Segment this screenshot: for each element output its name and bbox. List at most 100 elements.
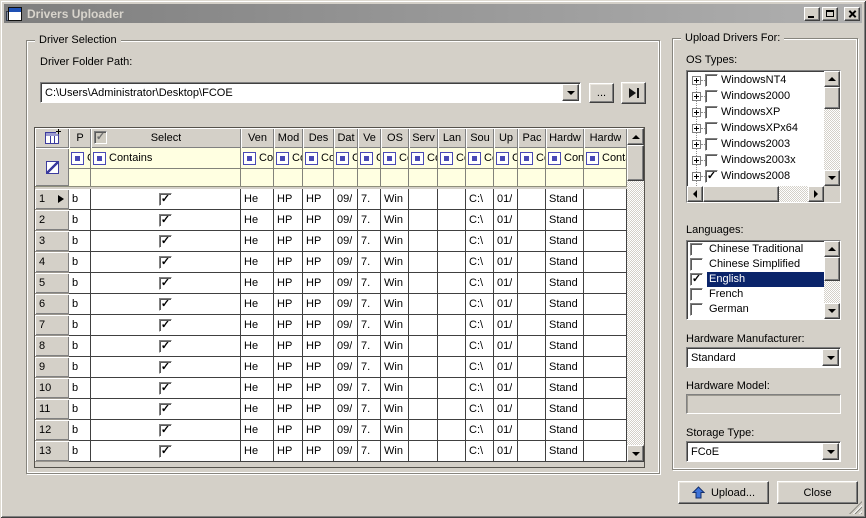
filter-value-cell[interactable] (69, 169, 91, 186)
filter-operator-cell[interactable]: Contains (274, 148, 303, 169)
grid-cell[interactable] (518, 336, 546, 357)
grid-cell[interactable] (584, 231, 627, 252)
grid-cell[interactable]: HP (274, 231, 303, 252)
grid-row[interactable]: 4bHeHPHP09/7.WinC:\01/Stand (35, 252, 627, 273)
filter-operator-cell[interactable]: Contains (381, 148, 409, 169)
grid-cell[interactable] (518, 189, 546, 210)
grid-cell[interactable]: HP (303, 273, 334, 294)
grid-cell-p[interactable]: b (69, 210, 91, 231)
filter-operator-cell[interactable]: Contains (584, 148, 627, 169)
filter-condition-icon[interactable] (496, 152, 509, 165)
grid-cell[interactable] (438, 189, 466, 210)
grid-cell[interactable]: 09/ (334, 231, 358, 252)
column-header-serv-8[interactable]: Serv (409, 128, 438, 148)
filter-value-cell[interactable] (91, 169, 241, 186)
grid-cell[interactable]: 7. (358, 399, 381, 420)
grid-cell[interactable]: Stand (546, 336, 584, 357)
grid-cell[interactable] (518, 357, 546, 378)
os-types-horizontal-scrollbar[interactable] (687, 186, 824, 202)
grid-cell[interactable] (438, 294, 466, 315)
grid-row[interactable]: 1bHeHPHP09/7.WinC:\01/Stand (35, 189, 627, 210)
grid-cell[interactable]: 7. (358, 336, 381, 357)
grid-cell[interactable] (409, 231, 438, 252)
grid-cell[interactable]: 09/ (334, 357, 358, 378)
grid-cell[interactable] (438, 399, 466, 420)
grid-cell[interactable] (409, 399, 438, 420)
row-header[interactable]: 12 (35, 420, 69, 441)
grid-cell[interactable] (518, 273, 546, 294)
grid-cell[interactable]: C:\ (466, 273, 494, 294)
grid-cell[interactable]: Stand (546, 378, 584, 399)
upload-button[interactable]: Upload... (678, 481, 769, 504)
grid-cell-select[interactable] (91, 441, 241, 462)
row-select-checkbox[interactable] (159, 193, 172, 206)
grid-cell[interactable] (584, 210, 627, 231)
os-type-item[interactable]: Windows2003 (687, 136, 824, 152)
grid-cell[interactable]: HP (303, 189, 334, 210)
grid-cell[interactable]: He (241, 378, 274, 399)
grid-cell[interactable] (438, 273, 466, 294)
grid-cell[interactable]: 7. (358, 189, 381, 210)
os-type-item[interactable]: WindowsNT4 (687, 72, 824, 88)
grid-cell[interactable]: 01/ (494, 231, 518, 252)
grid-cell[interactable]: C:\ (466, 441, 494, 462)
grid-cell[interactable]: Win (381, 399, 409, 420)
languages-vertical-scrollbar[interactable] (824, 241, 840, 319)
os-type-checkbox[interactable] (705, 154, 718, 167)
language-item[interactable]: Chinese Simplified (687, 257, 824, 272)
filter-condition-icon[interactable] (93, 152, 106, 165)
grid-cell[interactable] (409, 252, 438, 273)
grid-cell[interactable] (518, 378, 546, 399)
grid-cell[interactable] (584, 315, 627, 336)
filter-row-header[interactable] (35, 148, 69, 186)
grid-cell-p[interactable]: b (69, 357, 91, 378)
os-type-item[interactable]: Windows2000 (687, 88, 824, 104)
grid-cell[interactable]: Win (381, 336, 409, 357)
grid-cell-select[interactable] (91, 273, 241, 294)
column-header-up-11[interactable]: Up (494, 128, 518, 148)
grid-cell[interactable]: 01/ (494, 399, 518, 420)
grid-cell[interactable]: Stand (546, 420, 584, 441)
row-header[interactable]: 7 (35, 315, 69, 336)
filter-condition-icon[interactable] (411, 152, 424, 165)
grid-cell[interactable]: He (241, 273, 274, 294)
grid-cell[interactable]: Stand (546, 294, 584, 315)
dropdown-button[interactable] (822, 349, 839, 366)
close-button[interactable]: Close (777, 481, 858, 504)
grid-cell[interactable] (584, 273, 627, 294)
grid-cell[interactable]: He (241, 189, 274, 210)
grid-cell[interactable]: 01/ (494, 210, 518, 231)
column-header-sou-10[interactable]: Sou (466, 128, 494, 148)
grid-cell[interactable]: Stand (546, 252, 584, 273)
grid-cell-p[interactable]: b (69, 189, 91, 210)
grid-cell[interactable]: 09/ (334, 420, 358, 441)
filter-operator-cell[interactable]: Contains (546, 148, 584, 169)
column-header-des-4[interactable]: Des (303, 128, 334, 148)
scroll-down-button[interactable] (824, 170, 840, 186)
grid-cell[interactable]: Win (381, 231, 409, 252)
grid-row[interactable]: 6bHeHPHP09/7.WinC:\01/Stand (35, 294, 627, 315)
row-select-checkbox[interactable] (159, 235, 172, 248)
grid-cell[interactable]: HP (274, 336, 303, 357)
filter-value-cell[interactable] (546, 169, 584, 186)
grid-row[interactable]: 2bHeHPHP09/7.WinC:\01/Stand (35, 210, 627, 231)
row-header[interactable]: 5 (35, 273, 69, 294)
grid-vertical-scrollbar[interactable] (627, 128, 644, 462)
grid-cell[interactable]: Stand (546, 210, 584, 231)
grid-cell[interactable]: He (241, 231, 274, 252)
expand-icon[interactable] (692, 92, 701, 101)
os-type-checkbox[interactable] (705, 122, 718, 135)
grid-cell[interactable]: He (241, 420, 274, 441)
grid-cell-select[interactable] (91, 315, 241, 336)
filter-condition-icon[interactable] (440, 152, 453, 165)
column-header-mod-3[interactable]: Mod (274, 128, 303, 148)
grid-cell-p[interactable]: b (69, 315, 91, 336)
grid-cell[interactable]: HP (274, 399, 303, 420)
os-type-item[interactable]: WindowsXP (687, 104, 824, 120)
grid-cell[interactable] (438, 231, 466, 252)
os-type-checkbox[interactable] (705, 90, 718, 103)
row-select-checkbox[interactable] (159, 298, 172, 311)
column-header-dat-5[interactable]: Dat (334, 128, 358, 148)
grid-cell[interactable] (584, 378, 627, 399)
filter-operator-cell[interactable]: Contains (466, 148, 494, 169)
